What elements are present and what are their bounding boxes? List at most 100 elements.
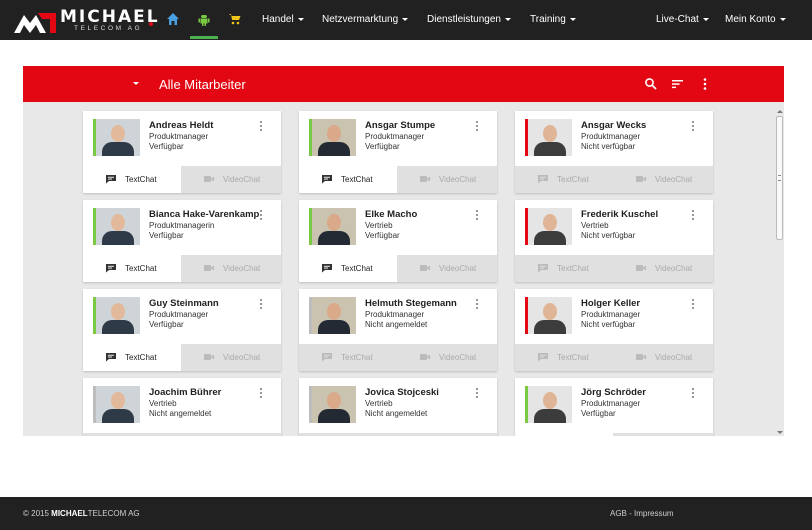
employee-card: Elke Macho Vertrieb Verfügbar TextChat Video… <box>299 200 497 282</box>
chevron-down-icon <box>297 17 304 21</box>
employee-role: Vertrieb <box>581 221 609 230</box>
employee-photo[interactable] <box>96 208 140 245</box>
card-more-vert-icon[interactable] <box>475 299 479 311</box>
card-more-vert-icon[interactable] <box>475 121 479 133</box>
card-more-vert-icon[interactable] <box>475 210 479 222</box>
employee-name[interactable]: Elke Macho <box>365 209 417 220</box>
employee-name[interactable]: Andreas Heldt <box>149 120 213 131</box>
textchat-button[interactable]: TextChat <box>515 433 613 436</box>
employee-photo[interactable] <box>96 119 140 156</box>
chat-icon <box>106 264 116 273</box>
videocam-icon <box>204 354 214 360</box>
employee-photo[interactable] <box>528 386 572 423</box>
employee-photo[interactable] <box>312 208 356 245</box>
employee-photo[interactable] <box>312 297 356 334</box>
employee-name[interactable]: Jörg Schröder <box>581 387 646 398</box>
card-more-vert-icon[interactable] <box>259 210 263 222</box>
videochat-button[interactable]: VideoChat <box>613 344 713 371</box>
card-more-vert-icon[interactable] <box>691 388 695 400</box>
employee-photo[interactable] <box>96 386 140 423</box>
sort-icon[interactable] <box>671 77 685 91</box>
employee-name[interactable]: Jovica Stojceski <box>365 387 439 398</box>
employee-photo[interactable] <box>312 119 356 156</box>
textchat-button[interactable]: TextChat <box>515 166 613 193</box>
home-icon[interactable] <box>166 12 180 26</box>
videochat-button[interactable]: VideoChat <box>181 344 281 371</box>
employee-availability: Nicht angemeldet <box>365 320 428 329</box>
employee-availability: Nicht verfügbar <box>581 231 636 240</box>
textchat-button[interactable]: TextChat <box>299 344 397 371</box>
more-vert-icon[interactable] <box>698 77 712 91</box>
videochat-button[interactable]: VideoChat <box>397 166 497 193</box>
employee-name[interactable]: Bianca Hake-Varenkamp <box>149 209 259 220</box>
scroll-down-arrow-icon[interactable] <box>777 431 783 434</box>
employee-name[interactable]: Ansgar Stumpe <box>365 120 435 131</box>
chat-icon <box>538 264 548 273</box>
videochat-button[interactable]: VideoChat <box>397 344 497 371</box>
employee-name[interactable]: Joachim Bührer <box>149 387 221 398</box>
employee-name[interactable]: Frederik Kuschel <box>581 209 658 220</box>
textchat-label: TextChat <box>125 264 157 273</box>
videochat-button[interactable]: VideoChat <box>181 255 281 282</box>
textchat-button[interactable]: TextChat <box>299 255 397 282</box>
menu-handel[interactable]: Handel <box>262 14 304 25</box>
videochat-button[interactable]: VideoChat <box>397 433 497 436</box>
employee-name[interactable]: Holger Keller <box>581 298 640 309</box>
menu-mein-konto[interactable]: Mein Konto <box>725 14 786 25</box>
menu-netzvermarktung[interactable]: Netzvermarktung <box>322 14 409 25</box>
card-more-vert-icon[interactable] <box>259 388 263 400</box>
menu-live-chat[interactable]: Live-Chat <box>656 14 709 25</box>
card-more-vert-icon[interactable] <box>691 210 695 222</box>
chat-icon <box>538 175 548 184</box>
brand-logo[interactable]: MICHAEL TELECOM AG <box>14 7 158 34</box>
card-more-vert-icon[interactable] <box>259 121 263 133</box>
panel-dropdown-icon[interactable] <box>133 82 139 85</box>
textchat-button[interactable]: TextChat <box>83 433 181 436</box>
textchat-button[interactable]: TextChat <box>299 166 397 193</box>
card-more-vert-icon[interactable] <box>259 299 263 311</box>
videochat-button[interactable]: VideoChat <box>613 433 713 436</box>
android-icon[interactable] <box>197 12 211 26</box>
employee-photo[interactable] <box>312 386 356 423</box>
videochat-button[interactable]: VideoChat <box>181 166 281 193</box>
videochat-button[interactable]: VideoChat <box>397 255 497 282</box>
menu-dienstleistungen[interactable]: Dienstleistungen <box>427 14 511 25</box>
textchat-button[interactable]: TextChat <box>83 255 181 282</box>
employee-card: Jörg SchröderProduktmanagerVerfügbarText… <box>515 378 713 436</box>
textchat-button[interactable]: TextChat <box>83 344 181 371</box>
footer-links[interactable]: AGB - Impressum <box>610 509 674 518</box>
videochat-button[interactable]: VideoChat <box>613 255 713 282</box>
employee-photo[interactable] <box>96 297 140 334</box>
videochat-label: VideoChat <box>655 353 693 362</box>
card-more-vert-icon[interactable] <box>691 299 695 311</box>
panel-title[interactable]: Alle Mitarbeiter <box>159 77 246 92</box>
employee-name[interactable]: Helmuth Stegemann <box>365 298 457 309</box>
textchat-label: TextChat <box>125 353 157 362</box>
textchat-button[interactable]: TextChat <box>83 166 181 193</box>
employee-role: Produktmanagerin <box>149 221 215 230</box>
card-more-vert-icon[interactable] <box>475 388 479 400</box>
videochat-button[interactable]: VideoChat <box>613 166 713 193</box>
textchat-button[interactable]: TextChat <box>515 344 613 371</box>
menu-training[interactable]: Training <box>530 14 576 25</box>
scroll-up-arrow-icon[interactable] <box>777 110 783 113</box>
employee-photo[interactable] <box>528 297 572 334</box>
shopping-cart-icon[interactable] <box>228 12 242 26</box>
employee-role: Produktmanager <box>149 132 209 141</box>
nav-active-indicator <box>190 36 218 39</box>
textchat-button[interactable]: TextChat <box>515 255 613 282</box>
top-navbar: MICHAEL TELECOM AG Handel Netzvermarktun… <box>0 0 812 40</box>
employee-card-header: Helmuth Stegemann Produktmanager Nicht ang… <box>299 289 497 343</box>
card-more-vert-icon[interactable] <box>691 121 695 133</box>
employee-name[interactable]: Guy Steinmann <box>149 298 219 309</box>
textchat-button[interactable]: TextChat <box>299 433 397 436</box>
employee-photo[interactable] <box>528 208 572 245</box>
search-icon[interactable] <box>644 77 658 91</box>
videochat-label: VideoChat <box>439 353 477 362</box>
videochat-label: VideoChat <box>439 264 477 273</box>
scrollbar-thumb[interactable] <box>776 116 783 240</box>
employee-photo[interactable] <box>528 119 572 156</box>
employee-name[interactable]: Ansgar Wecks <box>581 120 646 131</box>
videochat-button[interactable]: VideoChat <box>181 433 281 436</box>
scrollbar[interactable] <box>775 110 784 436</box>
